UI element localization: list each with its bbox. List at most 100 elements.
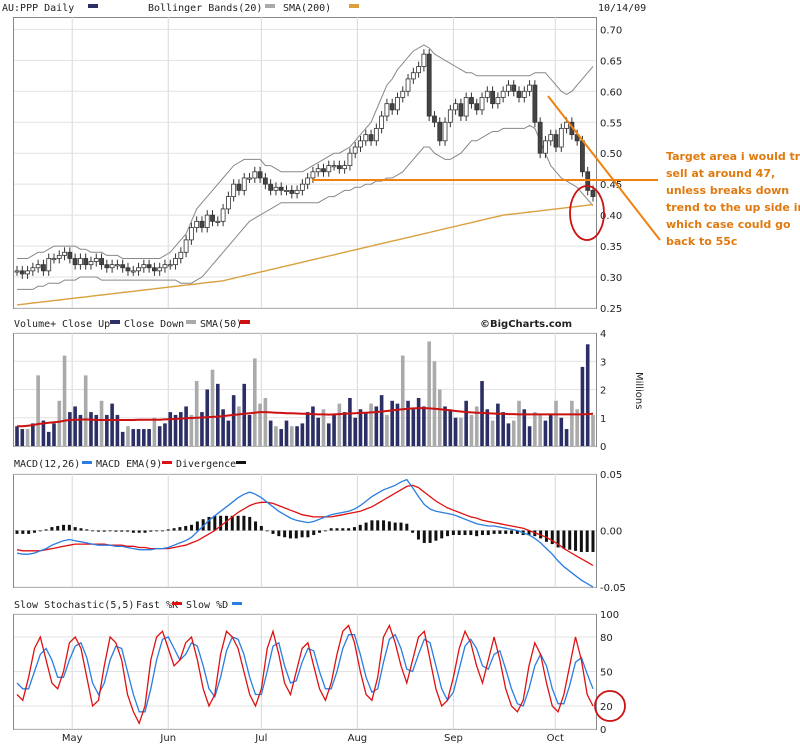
volume-bar (31, 423, 35, 446)
volume-bar (305, 412, 310, 446)
divergence-bar (294, 530, 298, 539)
candle-body (194, 220, 200, 228)
candle-body (548, 134, 554, 142)
candle-body (305, 177, 311, 185)
candle-body (580, 140, 585, 173)
divergence-bar (50, 527, 54, 531)
close-down-swatch (186, 320, 196, 324)
divergence-bar (219, 515, 223, 531)
divergence-bar (376, 520, 380, 531)
divergence-bar (347, 528, 351, 531)
candle-body (410, 72, 416, 80)
candle-body (83, 258, 89, 266)
volume-bar (210, 369, 215, 446)
volume-units-label: Millions (633, 372, 644, 409)
volume-bar (411, 409, 416, 446)
volume-bar (543, 420, 548, 446)
candle-body (99, 258, 104, 266)
stochastic-tick-label: 80 (600, 633, 613, 644)
volume-bar (453, 417, 458, 446)
volume-bar (252, 358, 257, 446)
volume-bar (83, 375, 88, 446)
candle-body (558, 128, 564, 148)
divergence-bar (446, 530, 450, 537)
divergence-bar (21, 530, 25, 534)
candle-body (151, 267, 157, 272)
divergence-bar (172, 528, 176, 531)
stochastic-tick-label: 50 (600, 668, 613, 679)
volume-bar (427, 341, 431, 446)
candle-body (447, 109, 453, 123)
divergence-bar (480, 530, 484, 536)
candle-body (537, 121, 543, 154)
volume-bar (216, 383, 220, 446)
divergence-bar (329, 528, 333, 531)
candle-body (500, 90, 506, 98)
volume-bar (57, 400, 62, 446)
volume-tick-label: 3 (600, 357, 606, 368)
volume-bar (136, 429, 141, 446)
divergence-bar (149, 530, 153, 532)
divergence-bar (248, 516, 252, 531)
divergence-bar (15, 530, 19, 534)
divergence-bar (96, 530, 100, 532)
candle-body (389, 103, 395, 111)
volume-bar (25, 429, 30, 446)
volume-bar (337, 403, 342, 446)
macd-label: MACD(12,26) (14, 459, 80, 470)
candle-body (25, 270, 30, 275)
divergence-bar (544, 530, 548, 542)
bollinger-label: Bollinger Bands(20) (148, 3, 262, 14)
divergence-bar (585, 530, 589, 552)
volume-bar (231, 395, 236, 446)
divergence-bar (510, 530, 514, 534)
volume-bar (400, 355, 405, 446)
volume-bar (311, 406, 315, 446)
macd-tick-label: -0.05 (600, 583, 626, 594)
divergence-bar (492, 530, 496, 534)
candle-body (104, 264, 110, 269)
volume-bar (580, 366, 585, 446)
volume-bar (538, 414, 542, 446)
candle-body (379, 115, 385, 129)
sma50-swatch (240, 320, 250, 324)
volume-bar (591, 414, 595, 446)
divergence-bar (591, 530, 595, 552)
volume-bar (168, 412, 173, 446)
divergence-bar (382, 520, 386, 531)
volume-bar (570, 400, 574, 446)
candle-body (231, 183, 237, 197)
symbol-label: AU:PPP Daily (2, 3, 74, 14)
divergence-bar (108, 530, 112, 532)
volume-bar (131, 429, 136, 446)
candle-body (421, 53, 427, 67)
divergence-label: Divergence (176, 459, 236, 470)
volume-bar (300, 423, 305, 446)
candle-body (521, 90, 527, 98)
stochastic-label: Slow Stochastic(5,5) (14, 600, 134, 611)
candle-body (284, 189, 289, 192)
stochastic-tick-label: 20 (600, 702, 613, 713)
volume-bar (406, 400, 410, 446)
candle-body (109, 264, 115, 269)
volume-bar (152, 417, 157, 446)
candle-body (463, 97, 469, 117)
divergence-bar (126, 530, 130, 532)
volume-bar (237, 406, 241, 446)
volume-bar (15, 426, 19, 446)
x-tick-label: Oct (547, 733, 564, 744)
divergence-swatch (236, 461, 246, 464)
divergence-bar (242, 515, 246, 531)
volume-bar (496, 403, 500, 446)
divergence-bar (387, 521, 391, 531)
candle-body (130, 270, 136, 273)
divergence-bar (166, 529, 170, 531)
volume-bar (342, 412, 347, 446)
candle-body (268, 183, 274, 191)
volume-bar (120, 431, 125, 446)
candle-body (527, 84, 532, 92)
divergence-bar (562, 530, 566, 549)
stochastic-tick-label: 100 (600, 610, 619, 621)
candle-body (426, 53, 432, 117)
divergence-bar (422, 530, 426, 543)
